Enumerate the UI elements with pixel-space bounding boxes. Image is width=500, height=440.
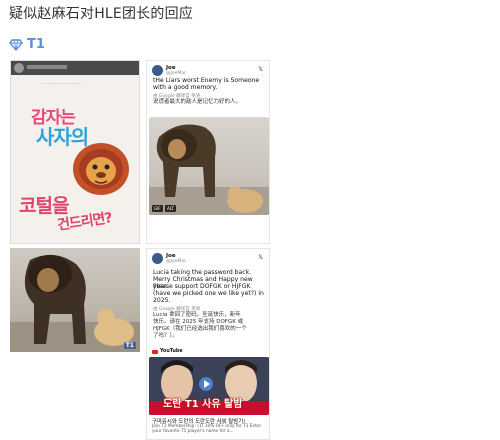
cover-header: · · · · · · · · · · · · · xyxy=(41,81,81,87)
gif-badge: GIF xyxy=(152,205,163,212)
video-description: Join T1 Membership: (1) 10% OFF only for… xyxy=(152,424,262,435)
youtube-label: YouTube xyxy=(160,349,183,354)
topic-tag[interactable]: T1 xyxy=(9,37,45,52)
tweet-translation: 说谎者最大的敌人是记忆力好的人。 xyxy=(153,99,242,105)
tweet-translation-line: 了吗？）。 xyxy=(153,333,178,339)
x-logo-icon: 𝕏 xyxy=(258,66,263,73)
photo-watermark: T1 xyxy=(123,342,136,349)
avatar xyxy=(152,65,163,76)
tweet-card-1[interactable]: Joe @JoeMar 𝕏 tHe Liars worst Enemy is S… xyxy=(146,60,270,244)
tweet-text-line: 2025. xyxy=(153,297,171,304)
lion-scene xyxy=(149,124,269,215)
play-icon[interactable] xyxy=(199,377,213,391)
lion-illustration xyxy=(73,143,129,195)
topic-tag-label: T1 xyxy=(27,37,45,52)
post-title: 疑似赵麻石对HLE团长的回应 xyxy=(9,6,193,22)
tweet-handle: @JoeMar xyxy=(166,259,186,264)
lion-gif[interactable]: GIF ALT xyxy=(149,117,269,215)
video-thumbnail[interactable]: 도란 T1 사유 탈밤 xyxy=(149,357,269,415)
x-logo-icon: 𝕏 xyxy=(258,254,263,261)
lion-photo[interactable]: T1 xyxy=(10,248,140,352)
story-topbar xyxy=(11,61,139,75)
youtube-icon xyxy=(152,349,158,354)
lion-photo-scene xyxy=(10,254,140,352)
tweet-handle: @JoeMar xyxy=(166,71,186,76)
diamond-icon xyxy=(9,38,23,51)
thumbnail-title: 도란 T1 사유 탈밤 xyxy=(163,399,243,410)
tweet-text-line: with a good memory. xyxy=(153,84,218,91)
alt-badge[interactable]: ALT xyxy=(165,205,176,212)
youtube-source: YouTube xyxy=(152,349,183,354)
avatar xyxy=(152,253,163,264)
tweet-card-2[interactable]: Joe @JoeMar 𝕏 Lucia taking the password … xyxy=(146,248,270,440)
book-cover-image[interactable]: · · · · · · · · · · · · · 감자는 사자의 코털을 건드… xyxy=(10,60,140,244)
